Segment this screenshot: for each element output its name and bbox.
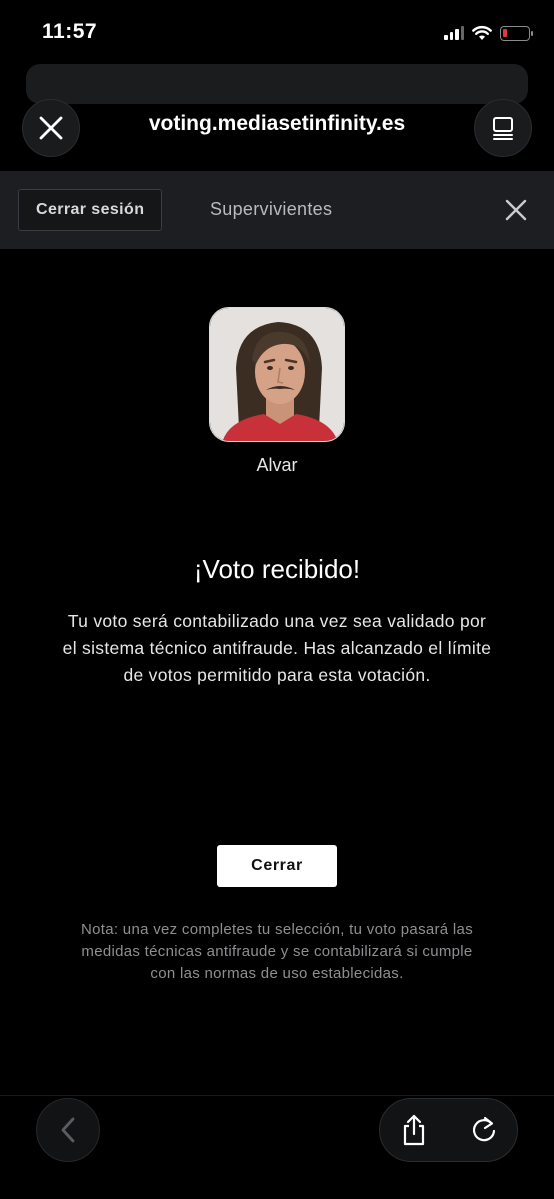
result-message: Tu voto será contabilizado una vez sea v… [62,611,492,685]
status-icons [444,22,533,44]
logout-button[interactable]: Cerrar sesión [18,189,163,231]
result-title: ¡Voto recibido! [193,554,361,584]
back-chevron-icon [61,1117,75,1143]
candidate-name: Alvar [256,455,298,475]
cellular-signal-icon [444,26,464,40]
close-browser-button[interactable] [22,99,80,157]
background-card [26,64,528,104]
back-button[interactable] [36,1098,100,1162]
share-button[interactable] [392,1108,436,1152]
candidate-avatar [209,307,345,442]
close-icon[interactable] [504,198,528,222]
share-icon [403,1114,425,1146]
wifi-icon [472,25,492,40]
tabs-icon [493,117,513,140]
close-icon [39,116,63,140]
status-time: 11:57 [42,20,98,43]
page-title: Supervivientes [210,199,333,219]
close-button[interactable]: Cerrar [217,845,337,887]
reload-button[interactable] [462,1108,506,1152]
reload-icon [472,1116,496,1142]
toolbar-divider [0,1095,554,1096]
note-text: Nota: una vez completes tu selección, tu… [80,921,473,982]
tabs-button[interactable] [474,99,532,157]
url-address[interactable]: voting.mediasetinfinity.es [100,112,454,136]
battery-icon [500,25,533,41]
